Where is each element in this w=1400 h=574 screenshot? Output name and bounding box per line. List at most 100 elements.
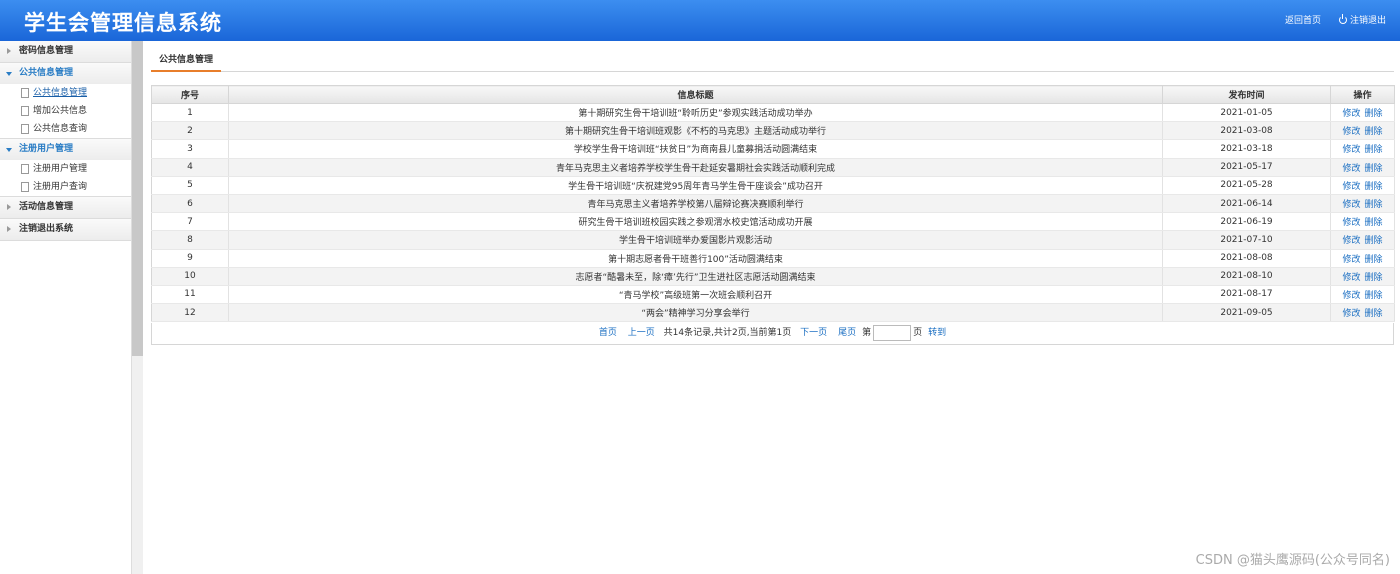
delete-link[interactable]: 删除 [1365, 164, 1383, 174]
delete-link[interactable]: 删除 [1365, 255, 1383, 265]
delete-link[interactable]: 删除 [1365, 291, 1383, 301]
cell-title: 研究生骨干培训班校园实践之参观渭水校史馆活动成功开展 [228, 212, 1163, 232]
sidebar-item[interactable]: 公共信息查询 [0, 120, 131, 138]
header-links: 返回首页 注销退出 [1285, 13, 1386, 26]
page-suffix: 页 [913, 328, 923, 338]
edit-link[interactable]: 修改 [1342, 164, 1360, 174]
cell-date: 2021-03-08 [1162, 121, 1331, 141]
sidebar-item[interactable]: 增加公共信息 [0, 102, 131, 120]
last-page-link[interactable]: 尾页 [838, 328, 856, 338]
cell-ops: 修改 删除 [1330, 267, 1395, 286]
cell-title: “青马学校”高级班第一次班会顺利召开 [228, 285, 1163, 305]
cell-ops: 修改 删除 [1330, 103, 1395, 123]
cell-no: 2 [151, 121, 229, 141]
logout-label: 注销退出 [1349, 16, 1386, 26]
table-row: 10 志愿者“酷暑未至，除‘瘴’先行”卫生进社区志愿活动圆满结束 2021-08-1… [151, 267, 1395, 286]
table-row: 7 研究生骨干培训班校园实践之参观渭水校史馆活动成功开展 2021-06-19 修改删… [151, 212, 1395, 232]
cell-date: 2021-06-14 [1162, 194, 1331, 214]
edit-link[interactable]: 修改 [1342, 218, 1360, 228]
cell-ops: 修改 删除 [1330, 158, 1395, 177]
cell-ops: 修改 删除 [1330, 230, 1395, 250]
tab-public-info[interactable]: 公共信息管理 [151, 50, 222, 72]
logout-link[interactable]: 注销退出 [1338, 13, 1386, 26]
document-icon [21, 124, 29, 134]
sidebar-item[interactable]: 公共信息管理 [0, 84, 131, 102]
col-header-ops: 操作 [1330, 85, 1395, 104]
table-row: 9 第十期志愿者骨干班善行100”活动圆满结束 2021-08-08 修改 删除 [151, 249, 1395, 268]
menu-group-header[interactable]: 密码信息管理 [0, 41, 131, 62]
delete-link[interactable]: 删除 [1365, 109, 1383, 119]
next-page-link[interactable]: 下一页 [800, 328, 827, 338]
caret-right-icon [7, 226, 11, 232]
menu-group-header[interactable]: 注销退出系统 [0, 219, 131, 240]
watermark: CSDN @猫头鹰源码(公众号同名) [1195, 553, 1390, 568]
prev-page-link[interactable]: 上一页 [628, 328, 655, 338]
menu-group-label: 注销退出系统 [19, 224, 74, 234]
table-row: 2 第十期研究生骨干培训班观影《不朽的马克思》主题活动成功举行 2021-03-08… [151, 121, 1395, 141]
menu-group: 公共信息管理 公共信息管理 增加公共信息 公共信息查询 [0, 63, 131, 139]
scrollbar-thumb[interactable] [132, 41, 143, 356]
go-page-link[interactable]: 转到 [928, 328, 946, 338]
edit-link[interactable]: 修改 [1342, 127, 1360, 137]
delete-link[interactable]: 删除 [1365, 218, 1383, 228]
pagination: 首页 上一页 共14条记录,共计2页,当前第1页 下一页 尾页第 页转到 [151, 323, 1394, 345]
edit-link[interactable]: 修改 [1342, 273, 1360, 283]
edit-link[interactable]: 修改 [1342, 109, 1360, 119]
cell-title: 志愿者“酷暑未至，除‘瘴’先行”卫生进社区志愿活动圆满结束 [228, 267, 1163, 286]
cell-title: 青年马克思主义者培养学校第八届辩论赛决赛顺利举行 [228, 194, 1163, 214]
edit-link[interactable]: 修改 [1342, 145, 1360, 155]
cell-ops: 修改 删除 [1330, 303, 1395, 323]
table-row: 1 第十期研究生骨干培训班“聆听历史”参观实践活动成功举办 2021-01-05 修改… [151, 103, 1395, 123]
first-page-link[interactable]: 首页 [599, 328, 617, 338]
cell-title: 学校学生骨干培训班“扶贫日”为商南县儿童募捐活动圆满结束 [228, 139, 1163, 159]
cell-no: 3 [151, 139, 229, 159]
menu-group-label: 公共信息管理 [19, 68, 74, 78]
menu-group-header[interactable]: 公共信息管理 [0, 63, 131, 84]
menu-group: 注册用户管理 注册用户管理 注册用户查询 [0, 139, 131, 197]
edit-link[interactable]: 修改 [1342, 182, 1360, 192]
cell-title: “两会”精神学习分享会举行 [228, 303, 1163, 323]
sidebar-item[interactable]: 注册用户查询 [0, 178, 131, 196]
home-link[interactable]: 返回首页 [1285, 13, 1321, 26]
delete-link[interactable]: 删除 [1365, 309, 1383, 319]
sidebar-item-label: 增加公共信息 [33, 106, 88, 116]
sidebar: 密码信息管理 公共信息管理 公共信息管理 增加公共信息 公共信息查询 注册用户管理 注册用户… [0, 41, 132, 574]
cell-title: 青年马克思主义者培养学校学生骨干赴延安暑期社会实践活动顺利完成 [228, 158, 1163, 177]
cell-no: 10 [151, 267, 229, 286]
delete-link[interactable]: 删除 [1365, 200, 1383, 210]
edit-link[interactable]: 修改 [1342, 255, 1360, 265]
edit-link[interactable]: 修改 [1342, 200, 1360, 210]
sidebar-item[interactable]: 注册用户管理 [0, 160, 131, 178]
cell-no: 11 [151, 285, 229, 305]
cell-date: 2021-06-19 [1162, 212, 1331, 232]
table-header-row: 序号 信息标题 发布时间 操作 [151, 85, 1395, 104]
sidebar-scrollbar[interactable] [132, 41, 143, 574]
menu-group-header[interactable]: 注册用户管理 [0, 139, 131, 160]
document-icon [21, 106, 29, 116]
edit-link[interactable]: 修改 [1342, 236, 1360, 246]
table-row: 6 青年马克思主义者培养学校第八届辩论赛决赛顺利举行 2021-06-14 修改 删除 [151, 194, 1395, 214]
delete-link[interactable]: 删除 [1365, 273, 1383, 283]
sidebar-item-label: 注册用户管理 [33, 164, 88, 174]
table-row: 11 “青马学校”高级班第一次班会顺利召开 2021-08-17 修改 删除 [151, 285, 1395, 305]
table-row: 8 学生骨干培训班举办爱国影片观影活动 2021-07-10 修改 删除 [151, 230, 1395, 250]
edit-link[interactable]: 修改 [1342, 309, 1360, 319]
menu-group: 密码信息管理 [0, 41, 131, 63]
caret-down-icon [6, 148, 12, 152]
pager-summary: 共14条记录,共计2页,当前第1页 [663, 328, 792, 338]
delete-link[interactable]: 删除 [1365, 236, 1383, 246]
edit-link[interactable]: 修改 [1342, 291, 1360, 301]
cell-ops: 修改 删除 [1330, 139, 1395, 159]
cell-title: 第十期志愿者骨干班善行100”活动圆满结束 [228, 249, 1163, 268]
page-number-input[interactable] [873, 324, 912, 341]
delete-link[interactable]: 删除 [1365, 182, 1383, 192]
delete-link[interactable]: 删除 [1365, 145, 1383, 155]
cell-ops: 修改 删除 [1330, 212, 1395, 232]
cell-no: 9 [151, 249, 229, 268]
cell-date: 2021-08-17 [1162, 285, 1331, 305]
cell-date: 2021-05-28 [1162, 176, 1331, 195]
menu-group-header[interactable]: 活动信息管理 [0, 197, 131, 218]
delete-link[interactable]: 删除 [1365, 127, 1383, 137]
cell-no: 12 [151, 303, 229, 323]
table-row: 12 “两会”精神学习分享会举行 2021-09-05 修改 删除 [151, 303, 1395, 323]
